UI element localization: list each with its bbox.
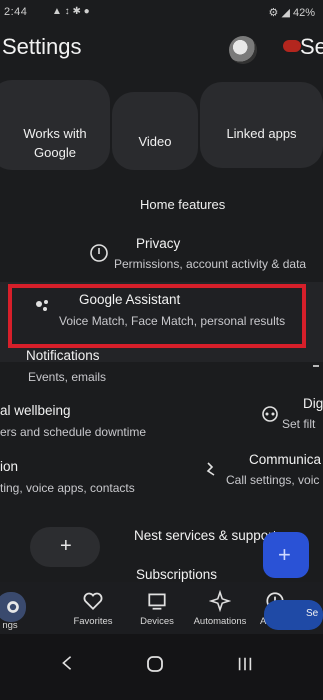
- wellbeing-subtitle-left: ers and schedule downtime: [0, 425, 147, 439]
- privacy-title[interactable]: Privacy: [136, 236, 180, 251]
- heart-icon: [83, 592, 103, 610]
- subscriptions-title[interactable]: Subscriptions: [136, 567, 217, 582]
- settings-pill-right[interactable]: Se: [264, 600, 323, 630]
- add-fab-button[interactable]: +: [263, 532, 309, 578]
- card-works-with-google-label: Works with Google: [23, 126, 87, 160]
- page-title: Settings: [2, 34, 82, 59]
- google-assistant-subtitle: Voice Match, Face Match, personal result…: [59, 314, 286, 328]
- nav-favorites[interactable]: Favorites: [63, 582, 123, 627]
- wellbeing-icon: [262, 406, 278, 422]
- nav-automations[interactable]: Automations: [190, 582, 250, 627]
- settings-pill-left[interactable]: [0, 592, 26, 622]
- recents-icon[interactable]: [236, 655, 254, 673]
- nest-services-title[interactable]: Nest services & support: [134, 528, 277, 543]
- communication-subtitle-left: ting, voice apps, contacts: [0, 481, 135, 495]
- status-indicators: ▲ ↕ ✱ ●: [52, 6, 90, 17]
- gear-icon: [7, 601, 19, 613]
- card-linked-apps[interactable]: Linked apps: [200, 82, 323, 168]
- overlay-page-title: Se: [300, 34, 323, 59]
- wellbeing-title-left[interactable]: al wellbeing: [0, 403, 71, 418]
- communication-icon: [206, 462, 215, 476]
- nav-devices[interactable]: Devices: [127, 582, 187, 627]
- notifications-title[interactable]: Notifications: [26, 348, 100, 363]
- system-navigation-bar: [0, 634, 323, 700]
- sparkle-icon: [209, 590, 231, 612]
- status-time: 2:44: [4, 6, 28, 18]
- privacy-icon: [90, 244, 108, 262]
- devices-icon: [148, 593, 166, 610]
- recording-indicator: [283, 40, 301, 52]
- avatar[interactable]: [229, 36, 257, 64]
- communication-title-left[interactable]: ion: [0, 459, 18, 474]
- section-home-features: Home features: [140, 197, 226, 212]
- status-bar: 2:44 ▲ ↕ ✱ ● ⚙ ◢ 42%: [0, 0, 323, 26]
- home-icon[interactable]: [145, 654, 165, 674]
- status-battery: ⚙ ◢ 42%: [268, 7, 315, 19]
- back-icon[interactable]: [58, 654, 76, 672]
- nav-label-settings-left: ngs: [2, 620, 18, 631]
- notifications-icon: [313, 365, 319, 367]
- card-video[interactable]: Video: [112, 92, 198, 170]
- plus-icon-fab: +: [278, 542, 291, 567]
- assistant-icon: [36, 300, 48, 311]
- card-works-with-google[interactable]: Works with Google: [0, 80, 110, 170]
- quick-cards: Works with Google Video Linked apps: [0, 70, 323, 170]
- wellbeing-title-right[interactable]: Dig: [303, 396, 323, 411]
- privacy-subtitle: Permissions, account activity & data: [114, 257, 307, 271]
- nav-settings-right-label: Se: [306, 608, 319, 619]
- nav-favorites-label: Favorites: [73, 616, 113, 627]
- nav-devices-label: Devices: [140, 616, 174, 627]
- communication-subtitle-right: Call settings, voic: [226, 473, 320, 487]
- communication-title-right[interactable]: Communica: [249, 452, 321, 467]
- add-button[interactable]: +: [30, 527, 100, 567]
- google-assistant-title: Google Assistant: [79, 292, 181, 307]
- notifications-subtitle: Events, emails: [28, 370, 107, 384]
- plus-icon: +: [60, 535, 72, 557]
- nav-automations-label: Automations: [193, 616, 247, 627]
- card-linked-apps-label: Linked apps: [226, 126, 297, 141]
- card-video-label: Video: [138, 134, 172, 149]
- wellbeing-subtitle-right: Set filt: [282, 417, 316, 431]
